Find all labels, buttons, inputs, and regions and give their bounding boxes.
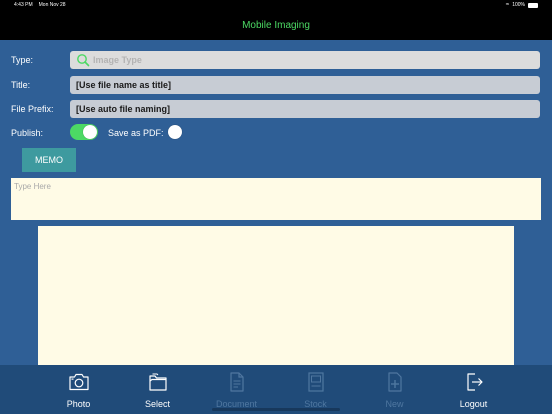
file-prefix-label: File Prefix: bbox=[11, 104, 54, 114]
save-as-pdf-label: Save as PDF: bbox=[108, 128, 164, 138]
tab-photo-label: Photo bbox=[66, 399, 91, 409]
search-icon bbox=[76, 53, 90, 67]
save-as-pdf-toggle-knob bbox=[168, 125, 182, 139]
status-right: ≈ 100% bbox=[506, 2, 538, 8]
status-date: Mon Nov 28 bbox=[38, 2, 66, 8]
title-field[interactable]: [Use file name as title] bbox=[70, 76, 540, 94]
title-label: Title: bbox=[11, 80, 31, 90]
home-indicator bbox=[212, 408, 340, 411]
page-title: Mobile Imaging bbox=[242, 19, 310, 31]
publish-toggle[interactable] bbox=[70, 124, 98, 140]
memo-button[interactable]: MEMO bbox=[22, 148, 76, 172]
tab-bar: Photo Select Document Stock New Logout bbox=[0, 365, 552, 414]
tab-select-label: Select bbox=[144, 399, 170, 409]
tab-new[interactable]: New bbox=[355, 365, 434, 414]
file-prefix-field[interactable]: [Use auto file naming] bbox=[70, 100, 540, 118]
publish-toggle-knob bbox=[83, 125, 97, 139]
save-as-pdf-toggle[interactable] bbox=[167, 124, 195, 140]
image-type-placeholder: Image Type bbox=[93, 55, 142, 65]
memo-placeholder: Type Here bbox=[14, 182, 51, 191]
folder-icon bbox=[148, 373, 167, 391]
logout-icon bbox=[466, 373, 483, 391]
file-prefix-value: [Use auto file naming] bbox=[76, 104, 171, 114]
image-preview-area bbox=[38, 226, 514, 376]
status-time: 4:43 PM bbox=[14, 2, 33, 8]
tab-photo[interactable]: Photo bbox=[39, 365, 118, 414]
wifi-icon: ≈ bbox=[505, 2, 510, 8]
navigation-bar: Mobile Imaging bbox=[0, 10, 552, 40]
publish-label: Publish: bbox=[11, 128, 44, 138]
status-bar: 4:43 PM Mon Nov 28 ≈ 100% bbox=[0, 0, 552, 10]
title-value: [Use file name as title] bbox=[76, 80, 172, 90]
camera-icon bbox=[68, 373, 89, 391]
tab-logout[interactable]: Logout bbox=[434, 365, 513, 414]
image-type-search-field[interactable]: Image Type bbox=[70, 51, 540, 69]
stock-icon bbox=[307, 372, 324, 392]
battery-percent: 100% bbox=[512, 2, 525, 8]
type-label: Type: bbox=[11, 55, 34, 65]
tab-logout-label: Logout bbox=[459, 399, 488, 409]
tab-select[interactable]: Select bbox=[118, 365, 197, 414]
battery-icon bbox=[528, 2, 538, 8]
memo-text-area[interactable]: Type Here bbox=[11, 178, 541, 220]
document-icon bbox=[229, 372, 244, 392]
new-file-icon bbox=[387, 372, 402, 392]
tab-document[interactable]: Document bbox=[197, 365, 276, 414]
tab-stock[interactable]: Stock bbox=[276, 365, 355, 414]
tab-new-label: New bbox=[385, 399, 404, 409]
